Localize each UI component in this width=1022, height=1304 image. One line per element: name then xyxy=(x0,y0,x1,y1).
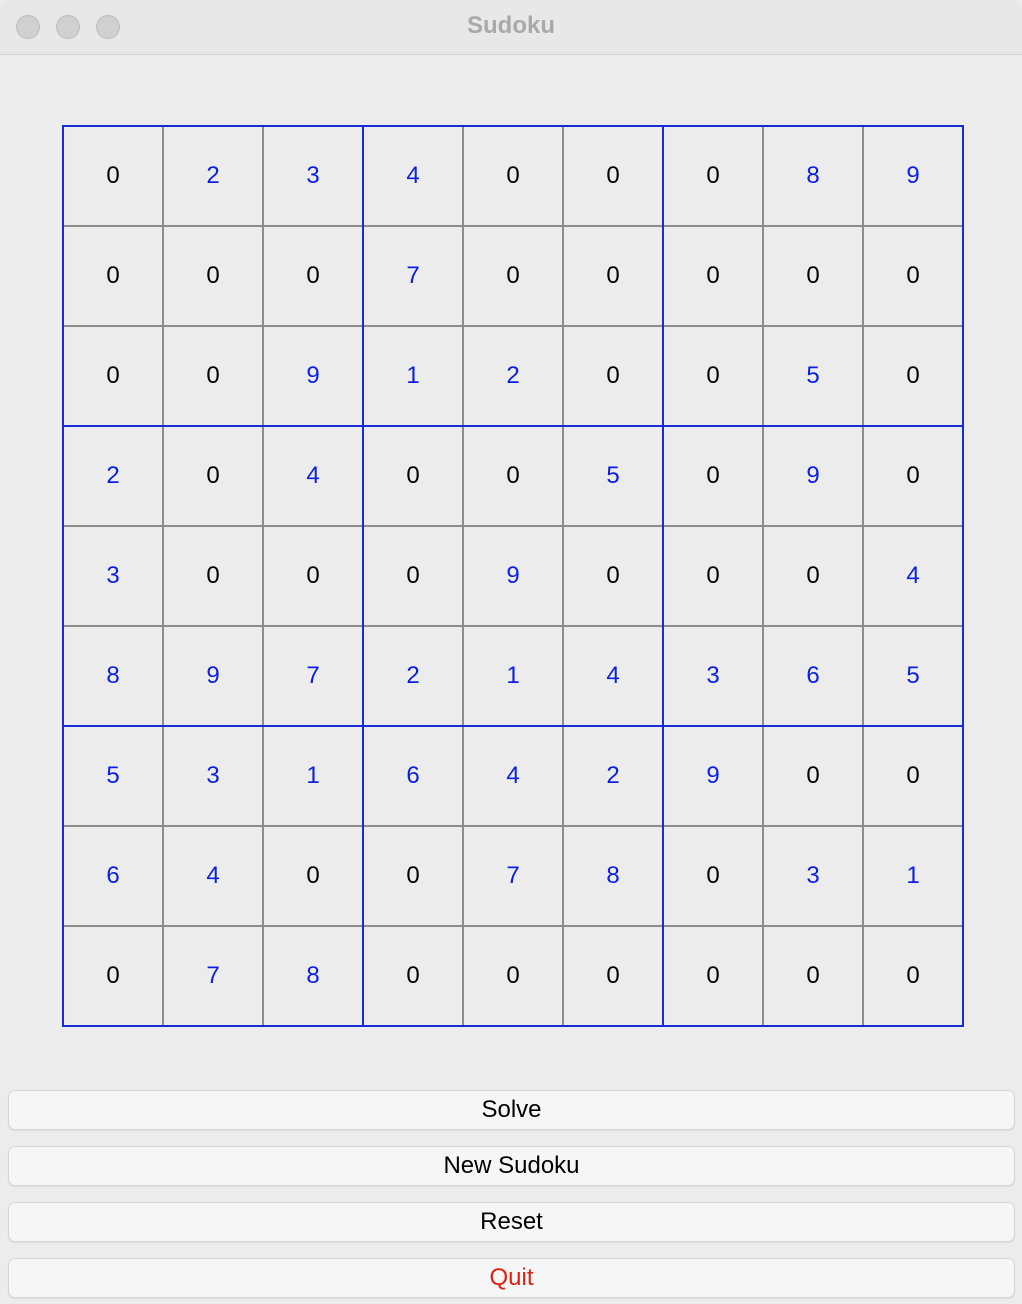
sudoku-cell-r8-c4[interactable]: 0 xyxy=(363,826,463,926)
sudoku-cell-r3-c8[interactable]: 5 xyxy=(763,326,863,426)
sudoku-cell-r2-c1[interactable]: 0 xyxy=(63,226,163,326)
sudoku-cell-r6-c2[interactable]: 9 xyxy=(163,626,263,726)
sudoku-grid: 0234000890007000000091200502040050903000… xyxy=(62,125,964,1027)
sudoku-cell-r6-c4[interactable]: 2 xyxy=(363,626,463,726)
sudoku-cell-r9-c9[interactable]: 0 xyxy=(863,926,963,1026)
sudoku-cell-r9-c7[interactable]: 0 xyxy=(663,926,763,1026)
sudoku-cell-r2-c3[interactable]: 0 xyxy=(263,226,363,326)
sudoku-cell-r2-c6[interactable]: 0 xyxy=(563,226,663,326)
sudoku-cell-r5-c5[interactable]: 9 xyxy=(463,526,563,626)
sudoku-cell-r3-c6[interactable]: 0 xyxy=(563,326,663,426)
quit-button[interactable]: Quit xyxy=(8,1258,1015,1298)
sudoku-cell-r8-c9[interactable]: 1 xyxy=(863,826,963,926)
sudoku-cell-r4-c5[interactable]: 0 xyxy=(463,426,563,526)
sudoku-cell-r6-c9[interactable]: 5 xyxy=(863,626,963,726)
sudoku-cell-r7-c5[interactable]: 4 xyxy=(463,726,563,826)
sudoku-cell-r8-c5[interactable]: 7 xyxy=(463,826,563,926)
sudoku-cell-r7-c3[interactable]: 1 xyxy=(263,726,363,826)
sudoku-cell-r8-c1[interactable]: 6 xyxy=(63,826,163,926)
sudoku-cell-r9-c2[interactable]: 7 xyxy=(163,926,263,1026)
sudoku-cell-r4-c9[interactable]: 0 xyxy=(863,426,963,526)
sudoku-cell-r4-c2[interactable]: 0 xyxy=(163,426,263,526)
sudoku-cell-r2-c8[interactable]: 0 xyxy=(763,226,863,326)
sudoku-cell-r2-c7[interactable]: 0 xyxy=(663,226,763,326)
sudoku-cell-r9-c1[interactable]: 0 xyxy=(63,926,163,1026)
sudoku-cell-r3-c9[interactable]: 0 xyxy=(863,326,963,426)
sudoku-cell-r3-c7[interactable]: 0 xyxy=(663,326,763,426)
sudoku-cell-r4-c7[interactable]: 0 xyxy=(663,426,763,526)
sudoku-cell-r8-c7[interactable]: 0 xyxy=(663,826,763,926)
sudoku-cell-r7-c1[interactable]: 5 xyxy=(63,726,163,826)
sudoku-cell-r1-c1[interactable]: 0 xyxy=(63,126,163,226)
sudoku-cell-r9-c8[interactable]: 0 xyxy=(763,926,863,1026)
sudoku-cell-r6-c1[interactable]: 8 xyxy=(63,626,163,726)
sudoku-cell-r5-c8[interactable]: 0 xyxy=(763,526,863,626)
sudoku-cell-r7-c7[interactable]: 9 xyxy=(663,726,763,826)
sudoku-cell-r6-c8[interactable]: 6 xyxy=(763,626,863,726)
sudoku-cell-r6-c3[interactable]: 7 xyxy=(263,626,363,726)
sudoku-cell-r6-c7[interactable]: 3 xyxy=(663,626,763,726)
sudoku-cell-r5-c9[interactable]: 4 xyxy=(863,526,963,626)
sudoku-cell-r1-c8[interactable]: 8 xyxy=(763,126,863,226)
sudoku-cell-r2-c4[interactable]: 7 xyxy=(363,226,463,326)
sudoku-cell-r8-c6[interactable]: 8 xyxy=(563,826,663,926)
reset-button[interactable]: Reset xyxy=(8,1202,1015,1242)
sudoku-cell-r1-c7[interactable]: 0 xyxy=(663,126,763,226)
sudoku-cell-r1-c5[interactable]: 0 xyxy=(463,126,563,226)
sudoku-cell-r4-c8[interactable]: 9 xyxy=(763,426,863,526)
sudoku-cell-r9-c3[interactable]: 8 xyxy=(263,926,363,1026)
sudoku-cell-r1-c4[interactable]: 4 xyxy=(363,126,463,226)
sudoku-cell-r5-c4[interactable]: 0 xyxy=(363,526,463,626)
sudoku-cell-r3-c5[interactable]: 2 xyxy=(463,326,563,426)
sudoku-cell-r9-c5[interactable]: 0 xyxy=(463,926,563,1026)
sudoku-cell-r5-c2[interactable]: 0 xyxy=(163,526,263,626)
sudoku-cell-r7-c9[interactable]: 0 xyxy=(863,726,963,826)
sudoku-cell-r7-c8[interactable]: 0 xyxy=(763,726,863,826)
sudoku-cell-r9-c4[interactable]: 0 xyxy=(363,926,463,1026)
sudoku-cell-r4-c6[interactable]: 5 xyxy=(563,426,663,526)
sudoku-cell-r3-c3[interactable]: 9 xyxy=(263,326,363,426)
title-bar: Sudoku xyxy=(0,0,1022,55)
sudoku-cell-r3-c4[interactable]: 1 xyxy=(363,326,463,426)
sudoku-cell-r2-c5[interactable]: 0 xyxy=(463,226,563,326)
sudoku-cell-r8-c2[interactable]: 4 xyxy=(163,826,263,926)
sudoku-cell-r1-c9[interactable]: 9 xyxy=(863,126,963,226)
sudoku-cell-r6-c5[interactable]: 1 xyxy=(463,626,563,726)
window-title: Sudoku xyxy=(467,12,555,39)
sudoku-window: Sudoku 023400089000700000009120050204005… xyxy=(0,0,1022,1304)
sudoku-cell-r2-c2[interactable]: 0 xyxy=(163,226,263,326)
sudoku-cell-r3-c1[interactable]: 0 xyxy=(63,326,163,426)
sudoku-cell-r7-c4[interactable]: 6 xyxy=(363,726,463,826)
sudoku-cell-r3-c2[interactable]: 0 xyxy=(163,326,263,426)
sudoku-cell-r5-c7[interactable]: 0 xyxy=(663,526,763,626)
new-sudoku-button[interactable]: New Sudoku xyxy=(8,1146,1015,1186)
sudoku-cell-r4-c1[interactable]: 2 xyxy=(63,426,163,526)
sudoku-cell-r9-c6[interactable]: 0 xyxy=(563,926,663,1026)
sudoku-cell-r4-c3[interactable]: 4 xyxy=(263,426,363,526)
sudoku-cell-r5-c3[interactable]: 0 xyxy=(263,526,363,626)
sudoku-cell-r4-c4[interactable]: 0 xyxy=(363,426,463,526)
solve-button[interactable]: Solve xyxy=(8,1090,1015,1130)
sudoku-cell-r5-c1[interactable]: 3 xyxy=(63,526,163,626)
sudoku-cell-r1-c2[interactable]: 2 xyxy=(163,126,263,226)
sudoku-cell-r8-c3[interactable]: 0 xyxy=(263,826,363,926)
sudoku-cell-r2-c9[interactable]: 0 xyxy=(863,226,963,326)
sudoku-cell-r1-c3[interactable]: 3 xyxy=(263,126,363,226)
sudoku-cell-r7-c6[interactable]: 2 xyxy=(563,726,663,826)
sudoku-cell-r7-c2[interactable]: 3 xyxy=(163,726,263,826)
sudoku-cell-r5-c6[interactable]: 0 xyxy=(563,526,663,626)
sudoku-cell-r6-c6[interactable]: 4 xyxy=(563,626,663,726)
sudoku-cell-r1-c6[interactable]: 0 xyxy=(563,126,663,226)
sudoku-cell-r8-c8[interactable]: 3 xyxy=(763,826,863,926)
